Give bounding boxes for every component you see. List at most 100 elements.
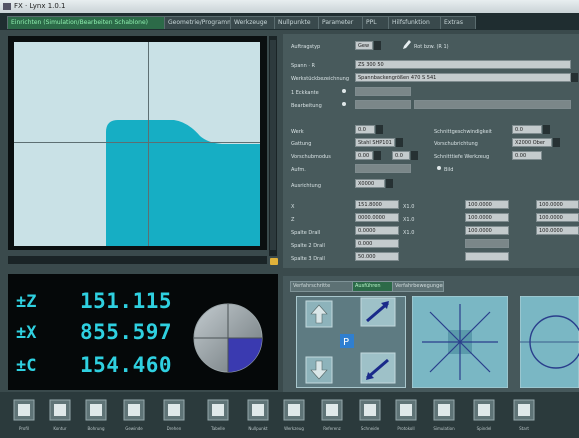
- tab-nullpunkte[interactable]: Nullpunkte: [274, 16, 322, 29]
- tool-depth-field[interactable]: 0.00: [512, 151, 542, 160]
- viewport-horizontal-scrollbar[interactable]: [8, 256, 267, 264]
- tab-einrichten[interactable]: Einrichten (Simulation/Bearbeiten Schabl…: [7, 16, 165, 29]
- toolbar-label: Start: [519, 426, 529, 431]
- tool-icon[interactable]: [282, 398, 306, 422]
- tab-parameter[interactable]: Parameter: [318, 16, 366, 29]
- axis-x: ±X 855.597: [14, 317, 204, 347]
- tab-werkzeuge[interactable]: Werkzeuge: [230, 16, 278, 29]
- clamp-field[interactable]: ZS 300 50: [355, 60, 571, 69]
- grid-x-value-2[interactable]: 100.0000: [465, 200, 509, 209]
- grid-x-value[interactable]: 151.8000: [355, 200, 399, 209]
- grid-z-value-3[interactable]: 100.0000: [536, 213, 579, 222]
- thread-icon[interactable]: [122, 398, 146, 422]
- workpiece-name-dropdown[interactable]: [571, 73, 578, 82]
- toolbar-label: Protokoll: [397, 426, 415, 431]
- type-dropdown[interactable]: [396, 138, 403, 147]
- edge-label: 1 Eckkante: [291, 90, 319, 96]
- window-title: FX · Lynx 1.0.1: [14, 2, 66, 10]
- grid-x-value-3[interactable]: 100.0000: [536, 200, 579, 209]
- diagonal-down-arrow-icon[interactable]: [360, 352, 396, 384]
- grid-drall2-value-2[interactable]: [465, 239, 509, 248]
- grid-drall2-value[interactable]: 0.000: [355, 239, 399, 248]
- contour-icon[interactable]: [48, 398, 72, 422]
- p-center-icon[interactable]: P: [340, 334, 354, 348]
- image-option[interactable]: [437, 166, 441, 170]
- profile-icon[interactable]: [12, 398, 36, 422]
- grid-drall3-label: Spalte 3 Drall: [291, 256, 325, 262]
- axis-c: ±C 154.460: [14, 350, 204, 380]
- type-label: Gattung: [291, 141, 312, 147]
- grid-drall-value[interactable]: 0.0000: [355, 226, 399, 235]
- edge-field[interactable]: [355, 87, 411, 96]
- order-type-field[interactable]: Gew: [355, 41, 373, 50]
- cutting-speed-field[interactable]: 0.0: [512, 125, 542, 134]
- viewport-scroll-thumb[interactable]: [270, 40, 276, 250]
- log-icon[interactable]: [394, 398, 418, 422]
- cutting-edge-icon[interactable]: [358, 398, 382, 422]
- feed-mode-dropdown-2[interactable]: [411, 151, 418, 160]
- simulation-icon[interactable]: [432, 398, 456, 422]
- machining-field-2[interactable]: [414, 100, 571, 109]
- machining-label: Bearbeitung: [291, 103, 322, 109]
- order-type-dropdown[interactable]: [374, 41, 381, 50]
- grid-drall3-value-2[interactable]: [465, 252, 509, 261]
- material-dropdown[interactable]: [376, 125, 383, 134]
- machining-field-1[interactable]: [355, 100, 411, 109]
- grid-drall-value-3[interactable]: 100.0000: [536, 226, 579, 235]
- toolbar-label: Gewinde: [125, 426, 143, 431]
- feed-direction-field[interactable]: X2000 Ober: [512, 138, 552, 147]
- alignment-label: Ausrichtung: [291, 183, 322, 189]
- feed-mode-field[interactable]: 0.00: [355, 151, 373, 160]
- tab-extras[interactable]: Extras: [440, 16, 476, 29]
- grid-z-value-2[interactable]: 100.0000: [465, 213, 509, 222]
- start-icon[interactable]: [512, 398, 536, 422]
- diagonal-up-arrow-icon[interactable]: [360, 297, 396, 327]
- cutting-speed-dropdown[interactable]: [543, 125, 550, 134]
- spindle-icon[interactable]: [472, 398, 496, 422]
- circle-pattern-icon[interactable]: [520, 296, 579, 388]
- subtab-verfahrbewegungen[interactable]: Verfahrbewegungen: [392, 281, 444, 292]
- axis-c-symbol: ±C: [16, 356, 37, 376]
- machining-option[interactable]: [342, 102, 346, 106]
- subtab-ausfuehren[interactable]: Ausführen: [352, 281, 396, 292]
- tab-geometrie[interactable]: Geometrie/Programm: [164, 16, 234, 29]
- grid-z-value[interactable]: 0000.0000: [355, 213, 399, 222]
- viewport-corner-marker[interactable]: [270, 258, 278, 265]
- material-field[interactable]: 0.0: [355, 125, 375, 134]
- allowance-label: Aufm.: [291, 167, 306, 173]
- grid-drall2-label: Spalte 2 Drall: [291, 243, 325, 249]
- alignment-field[interactable]: X0000: [355, 179, 385, 188]
- edge-option[interactable]: [342, 89, 346, 93]
- feed-mode-dropdown[interactable]: [374, 151, 381, 160]
- reference-icon[interactable]: [320, 398, 344, 422]
- workpiece-name-field[interactable]: Spannbackengrößen 470 S 541: [355, 73, 571, 82]
- edit-pencil-icon[interactable]: [402, 39, 411, 50]
- axis-c-value: 154.460: [80, 353, 173, 377]
- crosshair-vertical: [148, 42, 149, 246]
- radial-pattern-icon[interactable]: [412, 296, 508, 388]
- allowance-field[interactable]: [355, 164, 411, 173]
- axis-x-symbol: ±X: [16, 323, 37, 343]
- tab-hilfsfunktion[interactable]: Hilfsfunktion: [388, 16, 444, 29]
- workpiece-name-label: Werkstückbezeichnung: [291, 76, 349, 82]
- tool-up-icon[interactable]: [305, 300, 333, 328]
- simulation-viewport[interactable]: [14, 42, 260, 246]
- grid-drall-factor: X1.0: [403, 230, 415, 236]
- feed-direction-dropdown[interactable]: [553, 138, 560, 147]
- subtab-verfahrschritte[interactable]: Verfahrschritte: [290, 281, 354, 292]
- grid-drall-value-2[interactable]: 100.0000: [465, 226, 509, 235]
- turning-icon[interactable]: [162, 398, 186, 422]
- drill-icon[interactable]: [84, 398, 108, 422]
- svg-text:P: P: [343, 337, 349, 348]
- tool-down-icon[interactable]: [305, 356, 333, 384]
- alignment-dropdown[interactable]: [386, 179, 393, 188]
- zero-point-icon[interactable]: [246, 398, 270, 422]
- grid-drall3-value[interactable]: 50.000: [355, 252, 399, 261]
- type-field[interactable]: Stahl SHP101: [355, 138, 395, 147]
- toolbar-label: Profil: [19, 426, 29, 431]
- table-icon[interactable]: [206, 398, 230, 422]
- order-type-note: Rot bzw. (R 1): [414, 44, 449, 50]
- axis-z: ±Z 151.115: [14, 286, 204, 316]
- toolbar-label: Drehen: [166, 426, 182, 431]
- feed-mode-field-2[interactable]: 0.0: [392, 151, 410, 160]
